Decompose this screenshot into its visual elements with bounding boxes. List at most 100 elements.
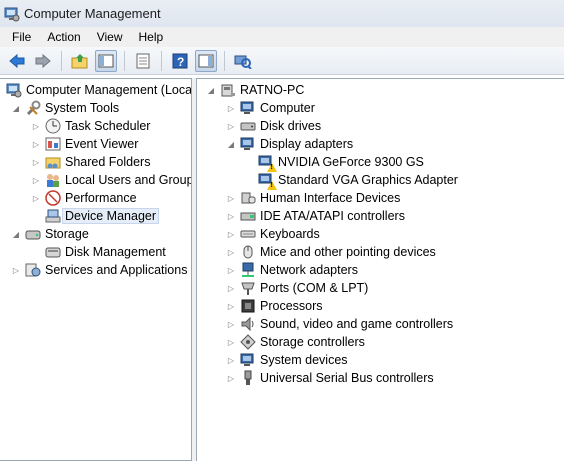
tree-item-root[interactable]: Computer Management (Local [6, 81, 192, 99]
clock-icon [45, 118, 61, 134]
tree-item-label: Shared Folders [65, 155, 151, 169]
device-label: Human Interface Devices [260, 191, 401, 205]
device-item-nvidia[interactable]: NVIDIA GeForce 9300 GS [243, 153, 424, 172]
scan-hardware-icon [234, 55, 252, 69]
collapsed-triangle-icon[interactable]: ▷ [225, 264, 237, 276]
display-adapter-warning-icon [258, 172, 277, 190]
tree-item-task-scheduler[interactable]: ▷ Task Scheduler [30, 117, 150, 135]
toolbar-separator [61, 50, 62, 71]
collapsed-triangle-icon[interactable]: ▷ [225, 282, 237, 294]
device-category-ports[interactable]: ▷ Ports (COM & LPT) [225, 279, 368, 297]
computer-management-icon [4, 6, 20, 22]
tree-item-label: Event Viewer [65, 137, 139, 151]
collapsed-triangle-icon[interactable]: ▷ [30, 120, 42, 132]
collapsed-triangle-icon[interactable]: ▷ [225, 300, 237, 312]
collapsed-triangle-icon[interactable]: ▷ [225, 102, 237, 114]
device-category-storage-controllers[interactable]: ▷ Storage controllers [225, 333, 365, 351]
device-category-system-devices[interactable]: ▷ System devices [225, 351, 348, 369]
device-category-usb[interactable]: ▷ Universal Serial Bus controllers [225, 369, 434, 387]
device-label: Mice and other pointing devices [260, 245, 436, 259]
device-category-keyboards[interactable]: ▷ Keyboards [225, 225, 320, 243]
device-label: RATNO-PC [240, 83, 305, 97]
collapsed-triangle-icon[interactable]: ▷ [225, 318, 237, 330]
network-adapter-icon [240, 262, 256, 278]
action-pane-button[interactable] [195, 49, 217, 72]
collapsed-triangle-icon[interactable]: ▷ [30, 192, 42, 204]
collapsed-triangle-icon[interactable]: ▷ [225, 246, 237, 258]
collapsed-triangle-icon[interactable]: ▷ [30, 138, 42, 150]
tree-item-label: Device Manager [62, 208, 160, 224]
tree-item-services-applications[interactable]: ▷ Services and Applications [10, 261, 188, 279]
properties-button[interactable] [132, 50, 154, 72]
tree-item-label: Performance [65, 191, 137, 205]
device-category-network[interactable]: ▷ Network adapters [225, 261, 358, 279]
expanded-triangle-icon[interactable]: ◢ [225, 138, 237, 150]
tree-item-system-tools[interactable]: ◢ System Tools [10, 99, 119, 117]
menu-view[interactable]: View [89, 30, 131, 44]
hid-icon [240, 190, 256, 206]
device-category-sound[interactable]: ▷ Sound, video and game controllers [225, 315, 453, 333]
tree-item-label: Computer Management (Local [26, 83, 192, 97]
up-level-button[interactable] [69, 50, 91, 72]
computer-management-icon [6, 82, 22, 98]
tree-item-performance[interactable]: ▷ Performance [30, 189, 137, 207]
tree-item-label: Disk Management [65, 245, 166, 259]
device-category-disk-drives[interactable]: ▷ Disk drives [225, 117, 321, 135]
device-label: Standard VGA Graphics Adapter [278, 173, 458, 187]
device-item-vga[interactable]: Standard VGA Graphics Adapter [243, 171, 458, 190]
collapsed-triangle-icon[interactable]: ▷ [10, 264, 22, 276]
help-button[interactable]: ? [169, 50, 191, 72]
device-category-mice[interactable]: ▷ Mice and other pointing devices [225, 243, 436, 261]
tree-item-local-users[interactable]: ▷ Local Users and Groups [30, 171, 192, 189]
tree-item-event-viewer[interactable]: ▷ Event Viewer [30, 135, 139, 153]
back-button[interactable] [6, 50, 28, 72]
collapsed-triangle-icon[interactable]: ▷ [30, 156, 42, 168]
device-label: IDE ATA/ATAPI controllers [260, 209, 405, 223]
device-category-computer[interactable]: ▷ Computer [225, 99, 315, 117]
scan-hardware-button[interactable] [232, 50, 254, 72]
storage-icon [25, 226, 41, 242]
menu-action[interactable]: Action [39, 30, 88, 44]
device-label: Ports (COM & LPT) [260, 281, 369, 295]
event-viewer-icon [45, 136, 61, 152]
device-manager-icon [45, 208, 61, 224]
collapsed-triangle-icon[interactable]: ▷ [225, 210, 237, 222]
device-category-display-adapters[interactable]: ◢ Display adapters [225, 135, 353, 153]
collapsed-triangle-icon[interactable]: ▷ [225, 354, 237, 366]
menu-help[interactable]: Help [131, 30, 172, 44]
tree-item-shared-folders[interactable]: ▷ Shared Folders [30, 153, 151, 171]
collapsed-triangle-icon[interactable]: ▷ [225, 336, 237, 348]
port-icon [240, 280, 256, 296]
collapsed-triangle-icon[interactable]: ▷ [225, 120, 237, 132]
services-icon [25, 262, 41, 278]
show-hide-tree-button[interactable] [95, 49, 117, 72]
device-root[interactable]: ◢ RATNO-PC [205, 81, 304, 99]
collapsed-triangle-icon[interactable]: ▷ [225, 192, 237, 204]
shared-folder-icon [45, 154, 61, 170]
collapsed-triangle-icon[interactable]: ▷ [30, 174, 42, 186]
device-category-ide[interactable]: ▷ IDE ATA/ATAPI controllers [225, 207, 405, 225]
collapsed-triangle-icon[interactable]: ▷ [225, 372, 237, 384]
device-category-processors[interactable]: ▷ Processors [225, 297, 323, 315]
tree-item-disk-management[interactable]: Disk Management [30, 243, 166, 261]
menu-file[interactable]: File [4, 30, 39, 44]
toolbar-separator [161, 50, 162, 71]
tools-icon [25, 100, 41, 116]
collapsed-triangle-icon[interactable]: ▷ [225, 228, 237, 240]
expanded-triangle-icon[interactable]: ◢ [205, 84, 217, 96]
device-category-hid[interactable]: ▷ Human Interface Devices [225, 189, 400, 207]
forward-button[interactable] [32, 50, 54, 72]
tree-item-storage[interactable]: ◢ Storage [10, 225, 89, 243]
tree-item-label: Storage [45, 227, 89, 241]
device-label: NVIDIA GeForce 9300 GS [278, 155, 424, 169]
window-title: Computer Management [24, 6, 161, 21]
speaker-icon [240, 316, 256, 332]
console-tree: Computer Management (Local ◢ System Tool… [0, 78, 192, 461]
tree-item-label: Local Users and Groups [65, 173, 192, 187]
device-tree: ◢ RATNO-PC ▷ Computer ▷ Disk drives ◢ Di… [196, 78, 564, 461]
tree-item-device-manager[interactable]: Device Manager [30, 207, 160, 225]
system-device-icon [240, 352, 256, 368]
expanded-triangle-icon[interactable]: ◢ [10, 102, 22, 114]
expanded-triangle-icon[interactable]: ◢ [10, 228, 22, 240]
